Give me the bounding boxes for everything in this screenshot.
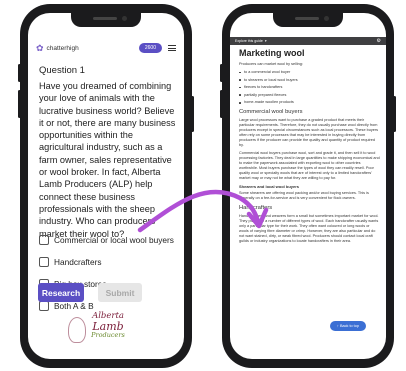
volume-button: [220, 90, 223, 118]
article-title: Marketing wool: [239, 48, 305, 58]
paragraph: Some shearers are offering wool packing …: [239, 191, 369, 201]
list-item: fleeces to handcrafters: [239, 85, 380, 90]
right-phone: Explore this guide ▾ ⚙ Marketing wool Pr…: [220, 4, 396, 368]
arrow-up-icon: ↑: [337, 324, 339, 328]
volume-button: [220, 64, 223, 82]
settings-icon[interactable]: ⚙: [377, 38, 381, 44]
paragraph: Commercial wool buyers purchase wool, so…: [239, 151, 380, 181]
heading-handcrafters: Handcrafters: [239, 205, 273, 212]
phone-notch: [273, 13, 343, 27]
alberta-lamb-producers-logo: Alberta Lamb Producers: [66, 311, 150, 355]
sheep-icon: [68, 317, 86, 343]
power-button: [191, 96, 194, 132]
stage: ✿ chatterhigh 2600 Question 1 Have you d…: [0, 0, 406, 371]
checkbox[interactable]: [39, 256, 49, 267]
guide-nav-bar[interactable]: Explore this guide ▾ ⚙: [230, 37, 386, 45]
list-item: partially prepared fleeces: [239, 93, 380, 98]
score-badge: 2600: [138, 43, 162, 53]
sell-options-list: to a commercial wool buyer to shearers o…: [239, 70, 380, 105]
app-header: ✿ chatterhigh 2600: [28, 37, 184, 59]
answer-option[interactable]: Handcrafters: [39, 255, 174, 268]
paragraph: Large wool processors want to purchase a…: [239, 118, 379, 148]
heading-shearers: Shearers and local wool buyers: [239, 184, 300, 190]
explore-guide-label[interactable]: Explore this guide: [235, 39, 263, 43]
checkbox[interactable]: [39, 300, 49, 311]
submit-button[interactable]: Submit: [98, 283, 142, 302]
list-item: home-made woollen products: [239, 100, 380, 105]
left-phone: ✿ chatterhigh 2600 Question 1 Have you d…: [18, 4, 194, 368]
phone-notch: [71, 13, 141, 27]
left-screen: ✿ chatterhigh 2600 Question 1 Have you d…: [28, 13, 184, 359]
volume-button: [18, 90, 21, 118]
right-screen: Explore this guide ▾ ⚙ Marketing wool Pr…: [230, 13, 386, 359]
brand-name: chatterhigh: [46, 44, 79, 52]
checkbox[interactable]: [39, 234, 49, 245]
answer-options: Commercial or local wool buyers Handcraf…: [39, 233, 174, 321]
question-title: Question 1: [39, 65, 85, 76]
list-item: to shearers or local wool buyers: [239, 78, 380, 83]
back-to-top-button[interactable]: ↑ Back to top: [330, 321, 366, 331]
paragraph: Producers can market wool by selling:: [239, 62, 303, 66]
chevron-down-icon: ▾: [264, 39, 267, 43]
heading-commercial: Commercial wool buyers: [239, 109, 303, 116]
power-button: [393, 96, 396, 132]
volume-button: [18, 64, 21, 82]
question-text: Have you dreamed of combining your love …: [39, 81, 176, 239]
chatterhigh-logo-icon: ✿: [36, 42, 44, 53]
article-body: Marketing wool Producers can market wool…: [239, 48, 380, 359]
menu-icon[interactable]: [168, 45, 176, 51]
list-item: to a commercial wool buyer: [239, 70, 380, 75]
answer-option[interactable]: Commercial or local wool buyers: [39, 233, 174, 246]
research-button[interactable]: Research: [38, 283, 84, 302]
paragraph: Hand spinners and weavers form a small b…: [239, 214, 379, 244]
